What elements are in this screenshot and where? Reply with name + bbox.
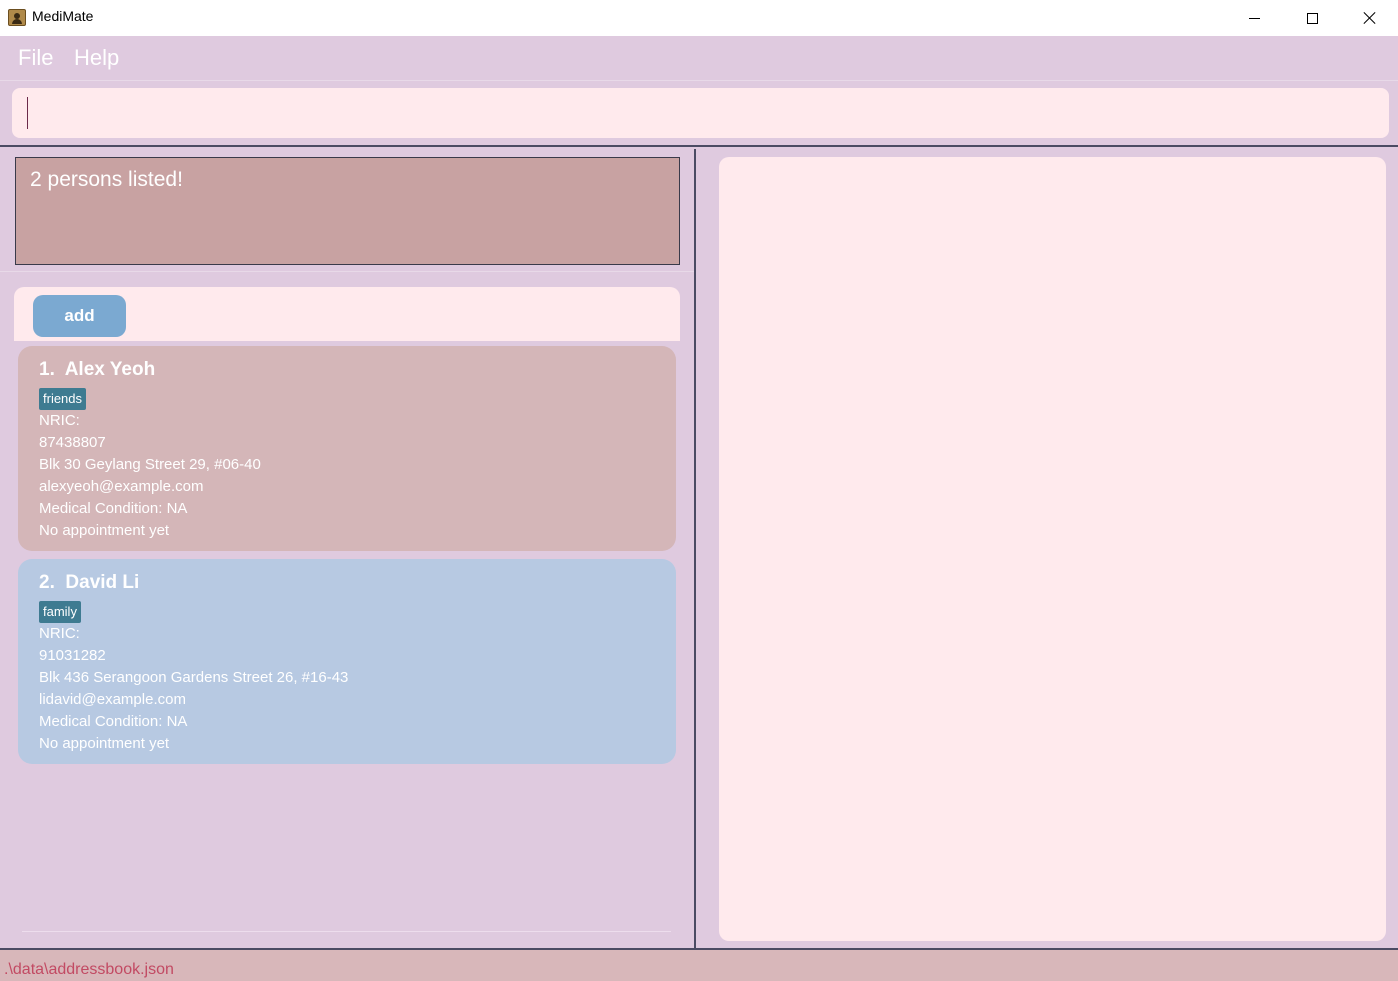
person-appointment: No appointment yet — [39, 522, 170, 539]
window-title: MediMate — [32, 8, 94, 24]
person-address: Blk 436 Serangoon Gardens Street 26, #16… — [39, 669, 349, 686]
person-list-header: add — [14, 287, 680, 341]
menu-bar: File Help — [0, 36, 1398, 81]
person-phone: 87438807 — [39, 434, 106, 451]
person-nric: NRIC: — [39, 412, 80, 429]
person-tag: friends — [39, 388, 87, 410]
person-name: 2. David Li — [39, 572, 140, 593]
result-message: 2 persons listed! — [30, 168, 183, 191]
person-name: 1. Alex Yeoh — [39, 359, 156, 380]
panel-splitter[interactable] — [694, 149, 704, 948]
detail-view — [719, 157, 1386, 941]
person-card[interactable]: 2. David Li family NRIC: 91031282 Blk 43… — [18, 559, 676, 764]
save-file-path: .\data\addressbook.json — [4, 961, 174, 978]
person-card[interactable]: 1. Alex Yeoh friends NRIC: 87438807 Blk … — [18, 346, 676, 551]
close-icon — [1363, 11, 1377, 25]
close-button[interactable] — [1341, 0, 1398, 36]
left-panel: 2 persons listed! add 1. Alex Yeoh frien… — [0, 149, 694, 948]
maximize-icon — [1306, 12, 1318, 24]
person-condition: Medical Condition: NA — [39, 713, 188, 730]
person-tag: family — [39, 601, 81, 623]
menu-file[interactable]: File — [18, 45, 53, 71]
right-panel — [704, 149, 1398, 948]
person-address: Blk 30 Geylang Street 29, #06-40 — [39, 456, 261, 473]
list-bottom-divider — [22, 931, 671, 932]
person-phone: 91031282 — [39, 647, 106, 664]
app-logo-icon — [8, 9, 26, 26]
person-appointment: No appointment yet — [39, 735, 170, 752]
person-nric: NRIC: — [39, 625, 80, 642]
status-bar: .\data\addressbook.json — [0, 948, 1398, 981]
minimize-button[interactable] — [1225, 0, 1283, 36]
person-email: lidavid@example.com — [39, 691, 186, 708]
maximize-button[interactable] — [1283, 0, 1341, 36]
person-email: alexyeoh@example.com — [39, 478, 204, 495]
text-caret — [27, 97, 28, 129]
command-input[interactable] — [12, 88, 1389, 138]
divider — [0, 271, 694, 272]
command-area — [0, 81, 1398, 147]
minimize-icon — [1248, 17, 1260, 19]
result-display: 2 persons listed! — [15, 157, 680, 265]
menu-help[interactable]: Help — [74, 45, 119, 71]
add-button[interactable]: add — [33, 295, 126, 337]
person-condition: Medical Condition: NA — [39, 500, 188, 517]
title-bar: MediMate — [0, 0, 1398, 36]
